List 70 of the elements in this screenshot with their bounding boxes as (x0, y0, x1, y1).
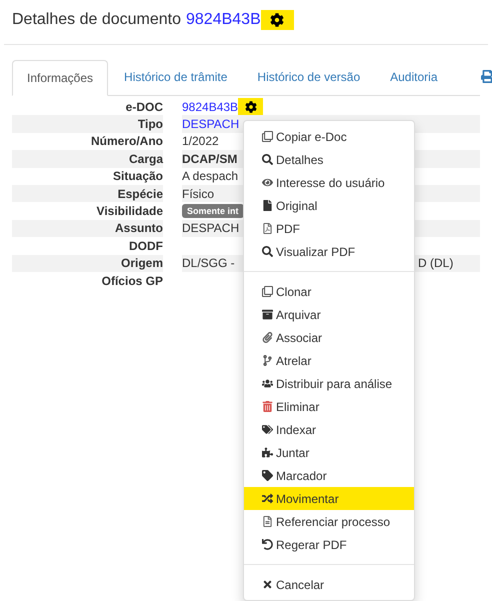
menu-item[interactable]: Arquivar (244, 303, 414, 326)
menu-item[interactable]: Detalhes (244, 148, 414, 171)
paperclip-icon (262, 332, 273, 343)
detail-value: A despach (182, 168, 238, 186)
settings-button[interactable] (260, 10, 294, 30)
menu-item[interactable]: Referenciar processo (244, 510, 414, 533)
search-icon (262, 154, 273, 165)
detail-value: 1/2022 (182, 133, 219, 150)
detail-label: Espécie (118, 186, 163, 203)
menu-item[interactable]: Interesse do usuário (244, 171, 414, 194)
menu-item[interactable]: Atrelar (244, 349, 414, 372)
document-id-link[interactable]: 9824B43B (182, 98, 238, 116)
branch-icon (262, 355, 273, 366)
menu-item[interactable]: Juntar (244, 441, 414, 464)
detail-label: Tipo (138, 116, 163, 134)
detail-label: DODF (129, 238, 163, 255)
menu-item[interactable]: Copiar e-Doc (244, 125, 414, 148)
menu-item[interactable]: Original (244, 194, 414, 217)
menu-item[interactable]: Marcador (244, 464, 414, 487)
detail-label: Origem (120, 255, 163, 272)
tags-icon (262, 424, 273, 435)
gear-icon (270, 13, 284, 27)
copy-icon (262, 131, 273, 142)
pdf-file-icon (262, 223, 273, 234)
print-icon[interactable] (481, 70, 492, 83)
detail-label: Número/Ano (91, 133, 163, 150)
tab[interactable]: Histórico de versão (243, 59, 374, 95)
tag-icon (262, 470, 273, 481)
tab[interactable]: Auditoria (376, 59, 452, 95)
tab[interactable]: Histórico de trâmite (110, 59, 242, 95)
settings-button[interactable] (238, 98, 264, 116)
eye-icon (262, 177, 273, 188)
trash-icon (262, 401, 273, 412)
menu-item[interactable]: PDF (244, 217, 414, 240)
page-title: Detalhes de documento (12, 10, 181, 30)
close-icon (262, 579, 273, 590)
menu-item[interactable]: Distribuir para análise (244, 372, 414, 395)
document-id-link[interactable]: 9824B43B (186, 8, 261, 32)
users-icon (262, 378, 273, 389)
detail-value: DL/SGG - (182, 255, 236, 272)
detail-value: DESPACH (182, 220, 240, 238)
copy-icon (262, 286, 273, 297)
menu-item[interactable]: Cancelar (244, 573, 414, 596)
menu-item[interactable]: Clonar (244, 280, 414, 303)
menu-item[interactable]: Regerar PDF (244, 533, 414, 556)
menu-item[interactable]: Movimentar (244, 487, 414, 510)
detail-label: Ofícios GP (102, 272, 163, 290)
detail-label: Assunto (115, 220, 163, 238)
undo-icon (262, 539, 273, 550)
menu-item[interactable]: Eliminar (244, 395, 414, 418)
detail-label: Visibilidade (96, 203, 163, 220)
tab[interactable]: Informações (12, 60, 108, 96)
archive-box-icon (262, 309, 273, 320)
puzzle-piece-icon (262, 447, 273, 458)
menu-item[interactable]: Visualizar PDF (244, 240, 414, 263)
shuffle-icon (262, 493, 273, 504)
menu-item[interactable]: Associar (244, 326, 414, 349)
gear-icon (244, 100, 257, 113)
detail-value: DCAP/SM (182, 150, 238, 168)
type-link[interactable]: DESPACH (182, 115, 240, 134)
document-icon (262, 516, 273, 527)
detail-value: D (DL) (418, 255, 454, 272)
menu-item[interactable]: Indexar (244, 418, 414, 441)
detail-value: Físico (182, 186, 214, 203)
search-icon (262, 246, 273, 257)
visibility-badge: Somente int (182, 204, 244, 218)
detail-label: Situação (112, 168, 163, 186)
detail-label: e-DOC (126, 98, 163, 116)
detail-label: Carga (128, 150, 163, 168)
file-icon (262, 200, 273, 211)
